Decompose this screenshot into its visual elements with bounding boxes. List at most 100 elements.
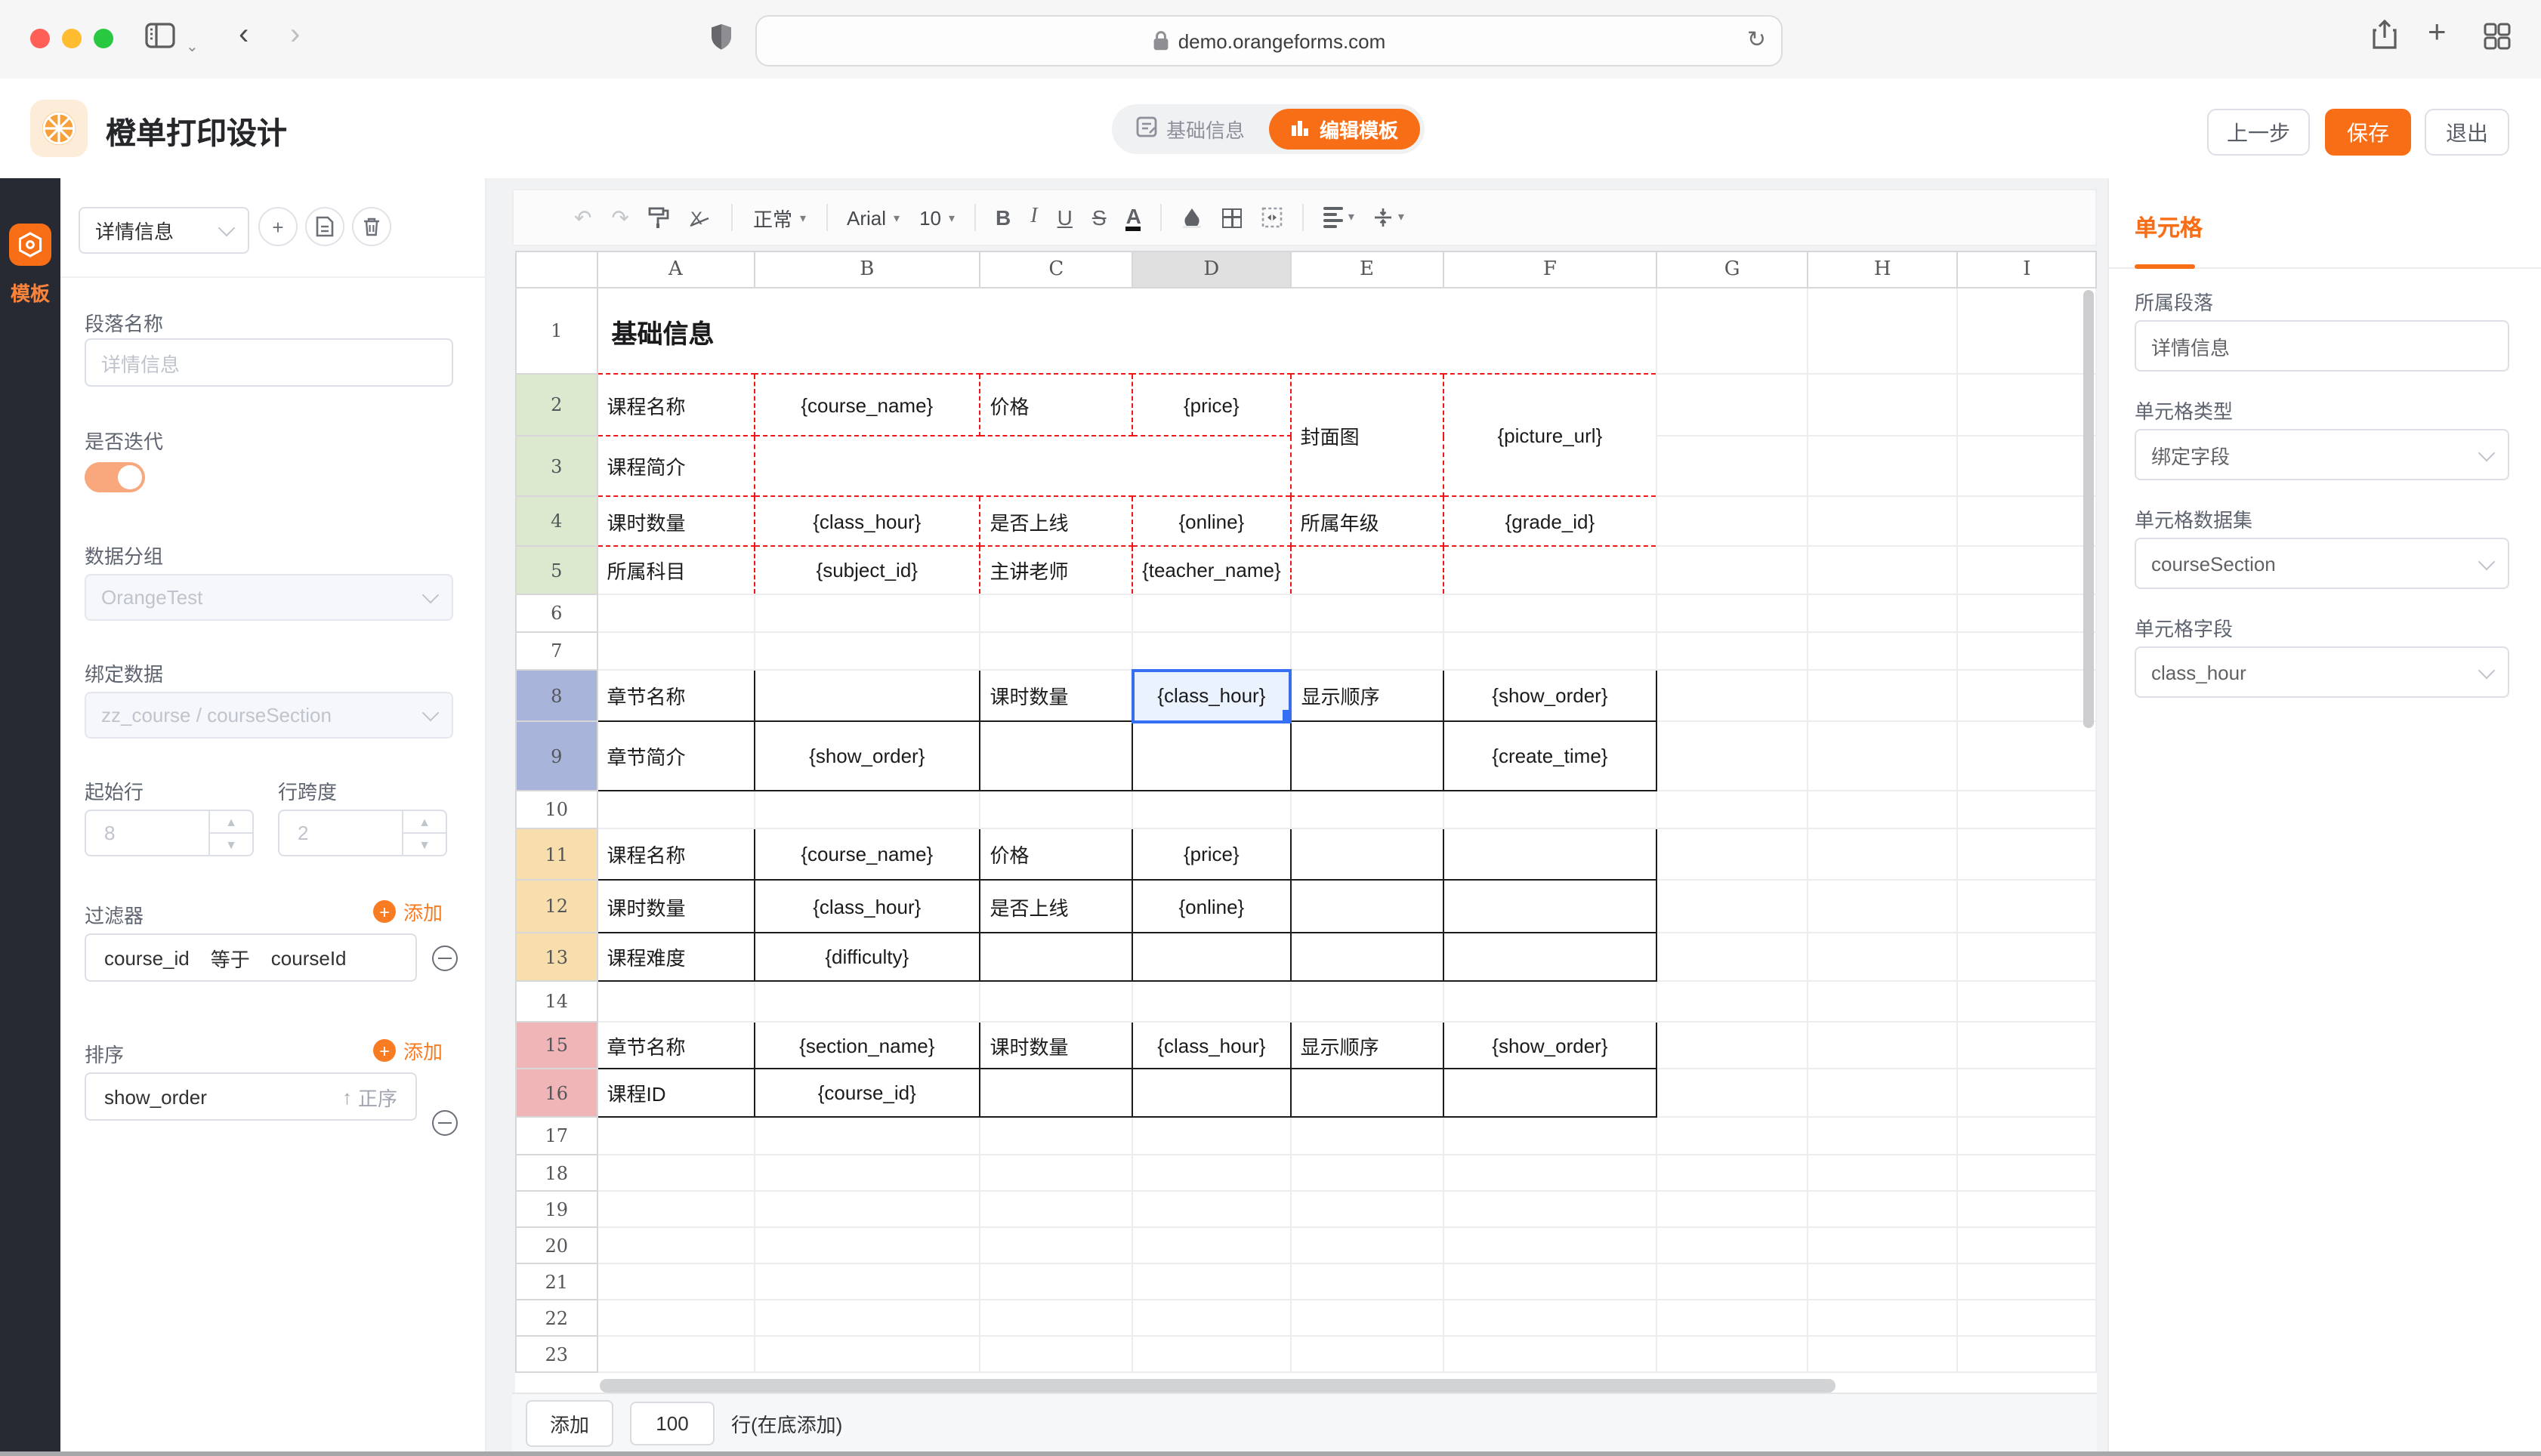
cell-F7[interactable] [1443, 632, 1656, 670]
row-header-3[interactable]: 3 [516, 436, 597, 496]
row-header-16[interactable]: 16 [516, 1069, 597, 1117]
cell-C14[interactable] [980, 981, 1133, 1022]
undo-icon[interactable]: ↶ [574, 207, 591, 228]
cell-H13[interactable] [1808, 933, 1958, 981]
prev-step-button[interactable]: 上一步 [2207, 109, 2310, 156]
cell-C4[interactable]: 是否上线 [980, 496, 1133, 546]
para-name-input[interactable]: 详情信息 [85, 338, 453, 387]
row-header-14[interactable]: 14 [516, 981, 597, 1022]
cell-A21[interactable] [597, 1263, 755, 1300]
filter-item[interactable]: course_id 等于 courseId [85, 933, 417, 982]
cell-B18[interactable] [754, 1155, 980, 1191]
row-header-19[interactable]: 19 [516, 1191, 597, 1227]
cell-C21[interactable] [980, 1263, 1133, 1300]
cell-E23[interactable] [1291, 1336, 1443, 1372]
cell-D20[interactable] [1132, 1227, 1291, 1263]
cell-A18[interactable] [597, 1155, 755, 1191]
cell-C10[interactable] [980, 791, 1133, 828]
row-header-1[interactable]: 1 [516, 288, 597, 374]
close-window-button[interactable] [30, 29, 50, 48]
row-header-18[interactable]: 18 [516, 1155, 597, 1191]
cell-F5[interactable] [1443, 546, 1656, 594]
cell-F17[interactable] [1443, 1117, 1656, 1155]
cell-F14[interactable] [1443, 981, 1656, 1022]
cell-H9[interactable] [1808, 721, 1958, 791]
cell-F23[interactable] [1443, 1336, 1656, 1372]
fill-color-icon[interactable] [1182, 207, 1203, 228]
cell-D19[interactable] [1132, 1191, 1291, 1227]
cell-I3[interactable] [1958, 436, 2096, 496]
horizontal-scrollbar[interactable] [600, 1379, 1836, 1393]
cell-G10[interactable] [1657, 791, 1808, 828]
sidebar-toggle-icon[interactable] [145, 23, 175, 48]
cell-F15[interactable]: {show_order} [1443, 1022, 1656, 1069]
horizontal-align-icon[interactable]: ▾ [1324, 208, 1354, 228]
cell-D13[interactable] [1132, 933, 1291, 981]
cell-A2[interactable]: 课程名称 [597, 374, 755, 436]
cell-C5[interactable]: 主讲老师 [980, 546, 1133, 594]
cell-C12[interactable]: 是否上线 [980, 880, 1133, 933]
tab-edit-template[interactable]: 编辑模板 [1269, 109, 1420, 150]
tab-overview-icon[interactable] [2484, 23, 2511, 50]
url-bar[interactable]: demo.orangeforms.com ↻ [755, 15, 1783, 66]
column-header-I[interactable]: I [1958, 251, 2096, 288]
cell-C19[interactable] [980, 1191, 1133, 1227]
column-header-F[interactable]: F [1443, 251, 1656, 288]
cell-B11[interactable]: {course_name} [754, 828, 980, 880]
cell-H4[interactable] [1808, 496, 1958, 546]
row-header-10[interactable]: 10 [516, 791, 597, 828]
cell-B13[interactable]: {difficulty} [754, 933, 980, 981]
cell-E16[interactable] [1291, 1069, 1443, 1117]
cell-A4[interactable]: 课时数量 [597, 496, 755, 546]
font-size-select[interactable]: 10▾ [919, 206, 955, 229]
bold-icon[interactable]: B [996, 207, 1011, 228]
cell-C11[interactable]: 价格 [980, 828, 1133, 880]
reload-icon[interactable]: ↻ [1747, 26, 1766, 53]
stepper-arrows[interactable]: ▲▼ [208, 811, 252, 855]
cell-H6[interactable] [1808, 594, 1958, 632]
cell-field-select[interactable]: class_hour [2135, 646, 2509, 698]
cell-E13[interactable] [1291, 933, 1443, 981]
text-color-icon[interactable]: A [1126, 205, 1141, 230]
row-header-7[interactable]: 7 [516, 632, 597, 670]
cell-A11[interactable]: 课程名称 [597, 828, 755, 880]
cell-B2[interactable]: {course_name} [754, 374, 980, 436]
cell-G9[interactable] [1657, 721, 1808, 791]
new-tab-icon[interactable]: + [2428, 15, 2447, 51]
add-sort-button[interactable]: + 添加 [373, 1036, 443, 1065]
cell-G14[interactable] [1657, 981, 1808, 1022]
row-header-22[interactable]: 22 [516, 1300, 597, 1336]
start-row-stepper[interactable]: 8 ▲▼ [85, 810, 254, 856]
clear-format-icon[interactable]: X [690, 207, 712, 228]
cell-C13[interactable] [980, 933, 1133, 981]
cell-D5[interactable]: {teacher_name} [1132, 546, 1291, 594]
cell-C2[interactable]: 价格 [980, 374, 1133, 436]
column-header-G[interactable]: G [1657, 251, 1808, 288]
stepper-arrows[interactable]: ▲▼ [402, 811, 446, 855]
cell-G4[interactable] [1657, 496, 1808, 546]
add-rows-count-input[interactable]: 100 [630, 1401, 715, 1445]
cell-A6[interactable] [597, 594, 755, 632]
cell-C23[interactable] [980, 1336, 1133, 1372]
cell-D12[interactable]: {online} [1132, 880, 1291, 933]
cell-A20[interactable] [597, 1227, 755, 1263]
italic-icon[interactable]: I [1030, 207, 1037, 228]
add-section-button[interactable]: + [258, 207, 298, 246]
cell-E5[interactable] [1291, 546, 1443, 594]
cell-type-select[interactable]: 绑定字段 [2135, 429, 2509, 480]
cell-A16[interactable]: 课程ID [597, 1069, 755, 1117]
sort-item[interactable]: show_order ↑ 正序 [85, 1072, 417, 1121]
cell-G8[interactable] [1657, 670, 1808, 721]
cell-G18[interactable] [1657, 1155, 1808, 1191]
chevron-down-icon[interactable]: ⌄ [186, 30, 199, 66]
cell-H1[interactable] [1808, 288, 1958, 374]
cell-F10[interactable] [1443, 791, 1656, 828]
cell-I10[interactable] [1958, 791, 2096, 828]
remove-filter-icon[interactable] [432, 945, 458, 971]
cell-B23[interactable] [754, 1336, 980, 1372]
cell-H7[interactable] [1808, 632, 1958, 670]
cell-E17[interactable] [1291, 1117, 1443, 1155]
cell-H3[interactable] [1808, 436, 1958, 496]
cell-B20[interactable] [754, 1227, 980, 1263]
cell-D21[interactable] [1132, 1263, 1291, 1300]
